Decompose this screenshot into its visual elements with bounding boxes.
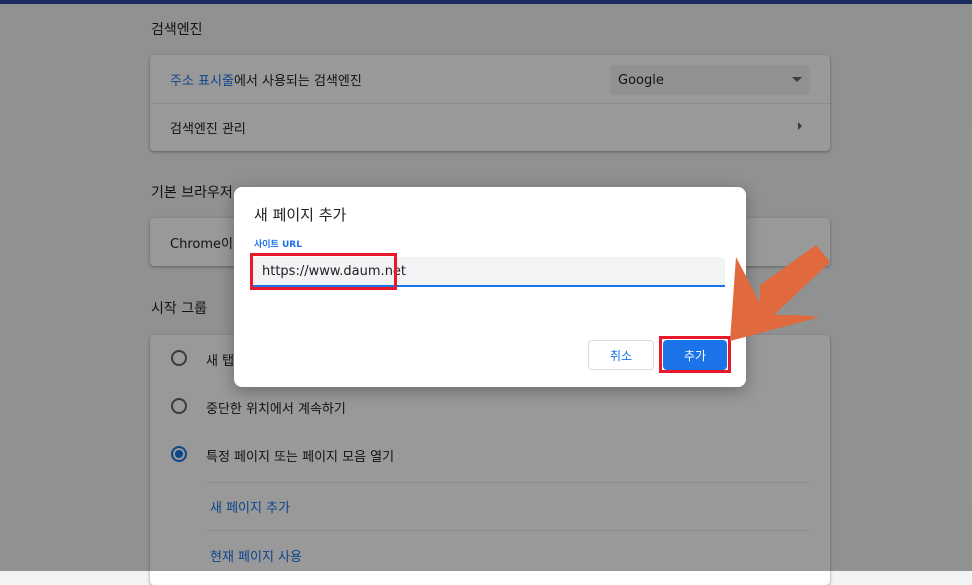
add-button[interactable]: 추가 (663, 340, 727, 370)
cancel-button[interactable]: 취소 (588, 340, 654, 370)
dialog-title: 새 페이지 추가 (254, 206, 347, 224)
site-url-input[interactable] (250, 257, 725, 287)
site-url-label: 사이트 URL (254, 240, 302, 250)
annotation-arrow-icon (730, 245, 830, 341)
add-page-dialog: 새 페이지 추가 사이트 URL 취소 추가 (234, 187, 746, 387)
annotation-arrow-shape (730, 245, 830, 341)
